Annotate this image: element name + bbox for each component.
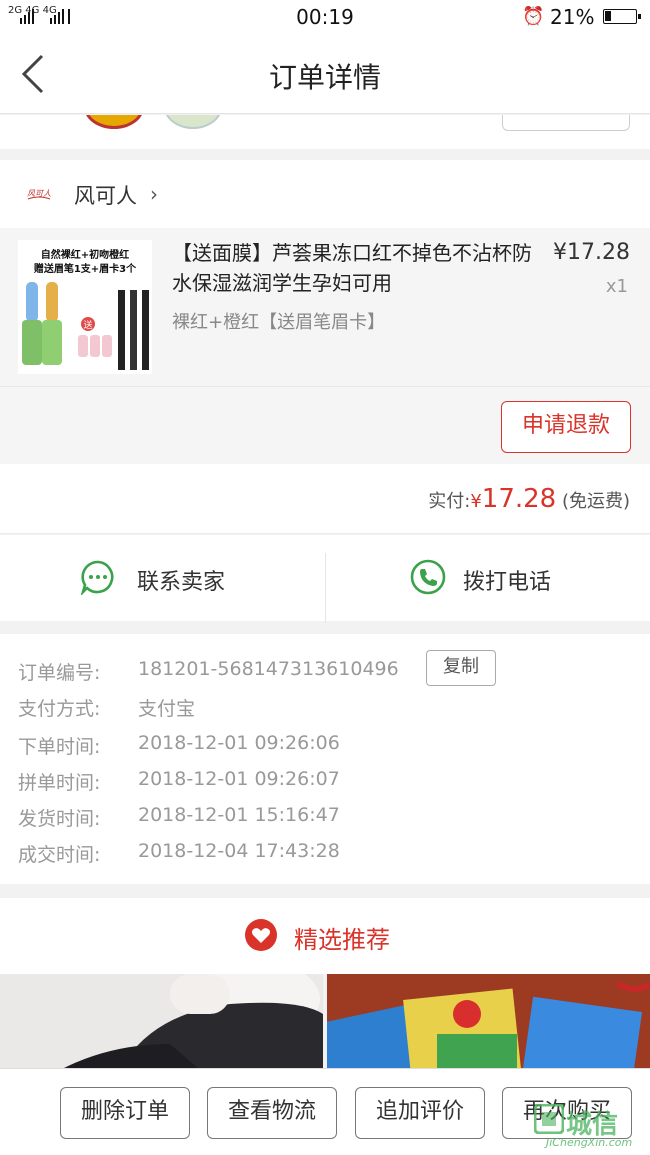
view-logistics-button[interactable]: 查看物流 bbox=[207, 1087, 337, 1139]
order-product[interactable]: 自然裸红+初吻橙红 赠送眉笔1支+眉卡3个 送 【送面膜】芦荟果冻口红不掉色不沾… bbox=[0, 228, 650, 386]
heart-icon bbox=[245, 919, 277, 951]
paid-amount: 17.28 bbox=[481, 484, 557, 514]
contact-row: 联系卖家 拨打电话 bbox=[0, 535, 650, 623]
info-value: 2018-12-04 17:43:28 bbox=[138, 840, 340, 862]
phone-icon bbox=[410, 559, 446, 595]
store-name[interactable]: 风可人 bbox=[74, 180, 137, 210]
product-price: ¥17.28 bbox=[553, 240, 630, 265]
info-value: 2018-12-01 09:26:06 bbox=[138, 732, 340, 754]
recommend-item-image[interactable] bbox=[0, 974, 323, 1070]
alarm-icon: ⏰ bbox=[522, 6, 545, 27]
product-quantity: x1 bbox=[605, 276, 628, 297]
snack-photo bbox=[327, 974, 650, 1070]
status-bar: 2G 4G 4G 00:19 ⏰ 21% bbox=[0, 0, 650, 34]
nav-bar: 订单详情 bbox=[0, 34, 650, 114]
previous-content-peek bbox=[0, 115, 650, 149]
site-watermark: 城信 JiChengXin.com bbox=[528, 1100, 650, 1155]
call-phone-button[interactable]: 拨打电话 bbox=[325, 553, 650, 623]
button-peek bbox=[502, 115, 630, 131]
refund-button[interactable]: 申请退款 bbox=[501, 401, 631, 453]
info-label: 订单编号: bbox=[18, 662, 101, 684]
order-number-value: 181201-568147313610496 bbox=[138, 658, 399, 680]
store-row[interactable]: 风可人 风可人 › bbox=[0, 160, 650, 228]
info-value: 2018-12-01 09:26:07 bbox=[138, 768, 340, 790]
payment-summary: 实付:¥17.28 (免运费) bbox=[0, 464, 650, 534]
order-info: 订单编号: 181201-568147313610496 复制 支付方式: 支付… bbox=[0, 634, 650, 884]
product-image-peek bbox=[164, 115, 222, 129]
svg-text:自然裸红+初吻橙红: 自然裸红+初吻橙红 bbox=[41, 248, 129, 261]
info-value: 支付宝 bbox=[138, 698, 196, 720]
product-title[interactable]: 【送面膜】芦荟果冻口红不掉色不沾杯防水保湿滋润学生孕妇可用 bbox=[172, 238, 532, 298]
info-label: 拼单时间: bbox=[18, 772, 101, 794]
watermark-site: JiChengXin.com bbox=[546, 1136, 633, 1149]
delete-order-button[interactable]: 删除订单 bbox=[60, 1087, 190, 1139]
battery-percent: 21% bbox=[550, 5, 595, 29]
info-label: 下单时间: bbox=[18, 736, 101, 758]
product-image-peek bbox=[84, 115, 144, 129]
info-label: 支付方式: bbox=[18, 698, 101, 720]
recommend-header: 精选推荐 bbox=[0, 898, 650, 974]
info-value: 2018-12-01 15:16:47 bbox=[138, 804, 340, 826]
paid-currency: ¥ bbox=[470, 491, 482, 512]
add-review-button[interactable]: 追加评价 bbox=[355, 1087, 485, 1139]
page-title: 订单详情 bbox=[268, 61, 381, 94]
refund-row: 申请退款 bbox=[0, 386, 650, 464]
info-label: 成交时间: bbox=[18, 844, 101, 866]
shipping-note: (免运费) bbox=[561, 491, 630, 512]
chat-bubble-icon bbox=[80, 560, 114, 595]
paid-label: 实付: bbox=[428, 491, 471, 512]
watermark-logo-icon bbox=[534, 1104, 564, 1134]
info-label: 发货时间: bbox=[18, 808, 101, 830]
product-sku: 裸红+橙红【送眉笔眉卡】 bbox=[172, 312, 386, 333]
recommend-title: 精选推荐 bbox=[294, 926, 390, 954]
contact-seller-button[interactable]: 联系卖家 bbox=[0, 535, 325, 621]
svg-text:赠送眉笔1支+眉卡3个: 赠送眉笔1支+眉卡3个 bbox=[34, 262, 137, 275]
chevron-right-icon[interactable]: › bbox=[150, 182, 158, 206]
battery-icon bbox=[603, 9, 641, 24]
product-thumbnail[interactable]: 自然裸红+初吻橙红 赠送眉笔1支+眉卡3个 送 bbox=[18, 240, 152, 374]
call-phone-label: 拨打电话 bbox=[463, 570, 552, 595]
recommend-item-image[interactable] bbox=[327, 974, 650, 1070]
svg-text:送: 送 bbox=[83, 319, 92, 331]
copy-button[interactable]: 复制 bbox=[426, 650, 496, 686]
lipstick-product-image: 自然裸红+初吻橙红 赠送眉笔1支+眉卡3个 送 bbox=[22, 248, 149, 370]
store-logo: 风可人 bbox=[27, 189, 51, 200]
fashion-photo bbox=[0, 974, 323, 1070]
contact-seller-label: 联系卖家 bbox=[137, 570, 226, 595]
